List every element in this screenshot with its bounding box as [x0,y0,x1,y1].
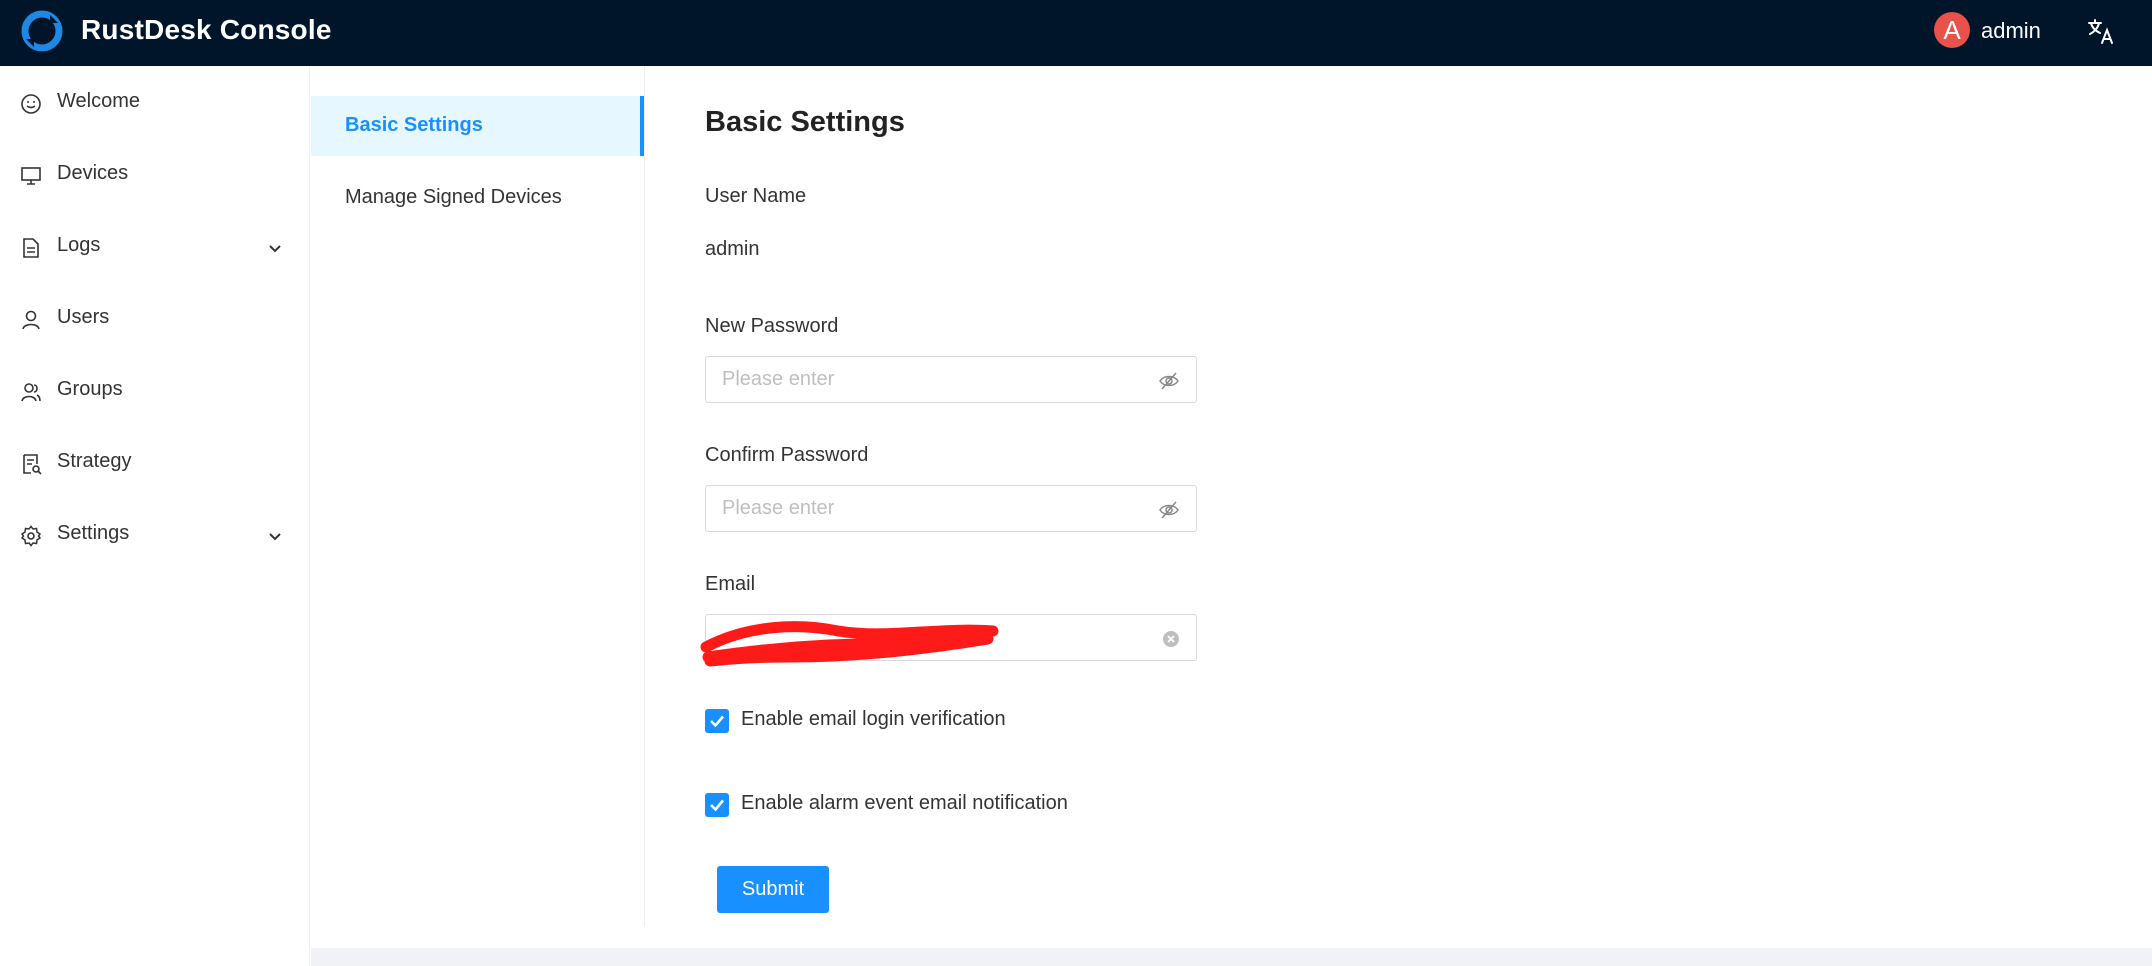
header-user-name[interactable]: admin [1981,18,2041,44]
email-label: Email [705,573,756,595]
sidebar-item-label: Devices [57,162,129,184]
sidebar-item-strategy[interactable]: Strategy [0,436,310,492]
sidebar-item-settings[interactable]: Settings [0,508,310,564]
check-icon [710,799,724,812]
check-icon [710,715,724,728]
confirm-password-label: Confirm Password [705,444,869,466]
sidebar-item-devices[interactable]: Devices [0,148,310,204]
new-password-field-wrapper [705,356,1197,403]
page-title: Basic Settings [705,106,905,138]
file-text-icon [23,238,39,258]
submenu-item-label: Manage Signed Devices [345,186,562,208]
alarm-notification-checkbox[interactable] [705,793,729,817]
app-title: RustDesk Console [81,14,332,45]
email-login-verification-checkbox[interactable] [705,709,729,733]
sidebar-item-users[interactable]: Users [0,292,310,348]
footer-bar [311,948,2152,966]
sidebar-item-label: Settings [57,522,130,544]
sidebar-item-label: Logs [57,234,101,256]
top-header: RustDesk Console A admin [0,0,2152,66]
eye-invisible-icon[interactable] [1158,370,1180,392]
chevron-down-icon[interactable] [266,528,284,546]
sidebar-item-label: Groups [57,378,123,400]
audit-icon [23,454,42,475]
gear-icon [20,525,42,547]
eye-invisible-icon[interactable] [1158,499,1180,521]
translate-icon[interactable] [2086,16,2116,46]
email-login-verification-label[interactable]: Enable email login verification [741,708,1006,731]
new-password-label: New Password [705,315,839,337]
chevron-down-icon[interactable] [266,240,284,258]
sidebar-item-welcome[interactable]: Welcome [0,76,310,132]
user-name-label: User Name [705,185,807,207]
rustdesk-logo-icon[interactable] [20,9,64,53]
confirm-password-field-wrapper [705,485,1197,532]
sidebar-item-label: Strategy [57,450,132,472]
email-field-wrapper [700,614,1197,667]
submenu-item-manage-signed-devices[interactable]: Manage Signed Devices [311,168,644,228]
sidebar: Welcome Devices Logs Users Groups Strate… [0,66,310,966]
new-password-input[interactable] [722,357,1142,402]
desktop-icon [21,167,41,185]
redaction-scribble [700,621,999,667]
sidebar-item-groups[interactable]: Groups [0,364,310,420]
avatar[interactable]: A [1934,12,1970,48]
alarm-notification-label[interactable]: Enable alarm event email notification [741,792,1068,815]
submenu-item-basic-settings[interactable]: Basic Settings [311,96,644,156]
confirm-password-input[interactable] [722,486,1142,531]
submenu-item-label: Basic Settings [345,114,483,136]
basic-settings-form: Basic Settings User Name admin New Passw… [700,66,2105,926]
sidebar-item-label: Welcome [57,90,140,112]
settings-submenu: Basic Settings Manage Signed Devices [311,66,645,926]
clear-circle-icon[interactable] [1162,630,1180,648]
sidebar-item-label: Users [57,306,110,328]
team-icon [21,383,41,402]
submit-button[interactable]: Submit [717,866,829,913]
user-name-value: admin [705,238,760,260]
user-icon [22,310,40,330]
smile-icon [21,94,41,114]
sidebar-item-logs[interactable]: Logs [0,220,310,276]
